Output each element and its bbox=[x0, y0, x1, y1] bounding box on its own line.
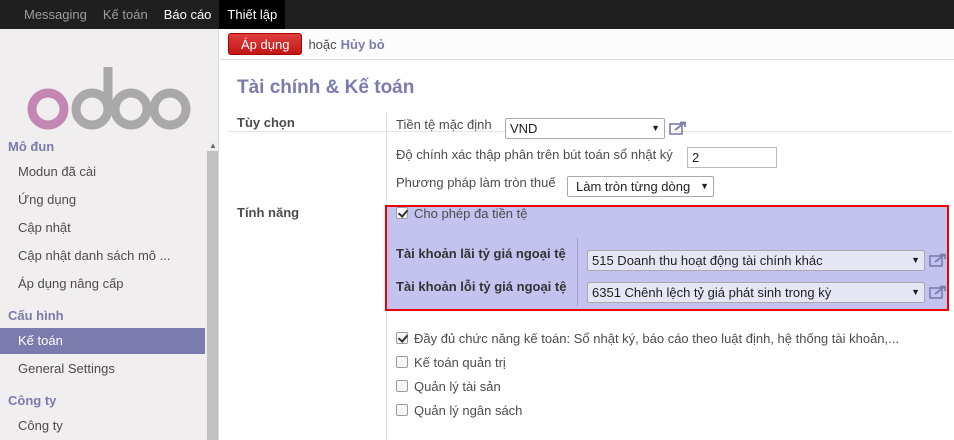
main-content: Áp dụng hoặc Hủy bỏ Tài chính & Kế toán … bbox=[220, 29, 954, 440]
precision-input[interactable]: 2 bbox=[687, 147, 777, 168]
sidebar-item-update-modules-list[interactable]: Cập nhật danh sách mô ... bbox=[0, 243, 205, 269]
multi-currency-label: Cho phép đa tiền tệ bbox=[414, 206, 528, 221]
budget-management-checkbox[interactable] bbox=[396, 404, 408, 416]
top-menu-reports[interactable]: Báo cáo bbox=[156, 0, 220, 29]
default-currency-label: Tiền tệ mặc định bbox=[396, 117, 492, 132]
chevron-down-icon: ▼ bbox=[911, 255, 920, 265]
top-menu-accounting[interactable]: Kế toán bbox=[95, 0, 156, 29]
precision-label: Độ chính xác thập phân trên bút toán sổ … bbox=[396, 147, 673, 162]
accounts-divider bbox=[577, 238, 578, 306]
cancel-link[interactable]: Hủy bỏ bbox=[341, 37, 385, 52]
options-label: Tùy chọn bbox=[237, 115, 295, 130]
apply-button[interactable]: Áp dụng bbox=[228, 33, 303, 55]
top-menu-settings[interactable]: Thiết lập bbox=[219, 0, 286, 29]
full-accounting-checkbox[interactable] bbox=[396, 332, 408, 344]
loss-account-select[interactable]: 6351 Chênh lệch tỷ giá phát sinh trong k… bbox=[587, 282, 925, 303]
odoo-logo[interactable] bbox=[24, 65, 194, 135]
external-link-icon[interactable] bbox=[929, 253, 947, 267]
control-panel: Áp dụng hoặc Hủy bỏ bbox=[220, 29, 954, 60]
top-menu-messaging[interactable]: Messaging bbox=[0, 0, 95, 29]
sidebar-item-accounting[interactable]: Kế toán bbox=[0, 328, 205, 354]
budget-management-label: Quản lý ngân sách bbox=[414, 403, 523, 418]
gain-account-label: Tài khoản lãi tỷ giá ngoại tệ bbox=[396, 246, 566, 261]
sidebar-item-apps[interactable]: Ứng dụng bbox=[0, 187, 205, 213]
top-menu-bar: Messaging Kế toán Báo cáo Thiết lập bbox=[0, 0, 954, 29]
analytic-accounting-checkbox[interactable] bbox=[396, 356, 408, 368]
chevron-down-icon: ▼ bbox=[911, 287, 920, 297]
asset-management-checkbox[interactable] bbox=[396, 380, 408, 392]
scroll-up-icon[interactable]: ▲ bbox=[209, 141, 217, 150]
features-label: Tính năng bbox=[237, 205, 300, 220]
sidebar-scrollbar[interactable]: ▲ bbox=[206, 141, 218, 440]
asset-management-label: Quản lý tài sản bbox=[414, 379, 501, 394]
sidebar-item-installed-modules[interactable]: Modun đã cài bbox=[0, 159, 205, 185]
external-link-icon[interactable] bbox=[669, 121, 687, 135]
scrollbar-thumb[interactable] bbox=[207, 151, 218, 440]
multi-currency-checkbox[interactable] bbox=[396, 207, 408, 219]
sidebar-item-companies[interactable]: Công ty bbox=[0, 413, 205, 439]
sidebar-item-general-settings[interactable]: General Settings bbox=[0, 356, 205, 382]
sidebar-section-configuration: Cấu hình bbox=[8, 308, 64, 323]
analytic-accounting-label: Kế toán quản trị bbox=[414, 355, 506, 370]
tax-rounding-label: Phương pháp làm tròn thuế bbox=[396, 175, 556, 190]
chevron-down-icon: ▼ bbox=[700, 181, 709, 191]
external-link-icon[interactable] bbox=[929, 285, 947, 299]
sidebar-item-apply-upgrades[interactable]: Áp dụng nâng cấp bbox=[0, 271, 205, 297]
full-accounting-label: Đầy đủ chức năng kế toán: Sổ nhật ký, bá… bbox=[414, 331, 899, 346]
sidebar-section-modules: Mô đun bbox=[8, 139, 55, 154]
chevron-down-icon: ▼ bbox=[651, 123, 660, 133]
sidebar: Mô đun Modun đã cài Ứng dụng Cập nhật Cậ… bbox=[0, 29, 219, 440]
or-label: hoặc bbox=[308, 36, 337, 52]
default-currency-select[interactable]: VND ▼ bbox=[505, 118, 665, 139]
options-divider bbox=[386, 113, 387, 201]
page-title: Tài chính & Kế toán bbox=[237, 77, 415, 98]
gain-account-select[interactable]: 515 Doanh thu hoạt động tài chính khác ▼ bbox=[587, 250, 925, 271]
tax-rounding-select[interactable]: Làm tròn từng dòng ▼ bbox=[567, 176, 714, 197]
sidebar-section-companies: Công ty bbox=[8, 393, 57, 408]
sidebar-item-updates[interactable]: Cập nhật bbox=[0, 215, 205, 241]
loss-account-label: Tài khoản lỗi tỷ giá ngoại tệ bbox=[396, 279, 567, 294]
